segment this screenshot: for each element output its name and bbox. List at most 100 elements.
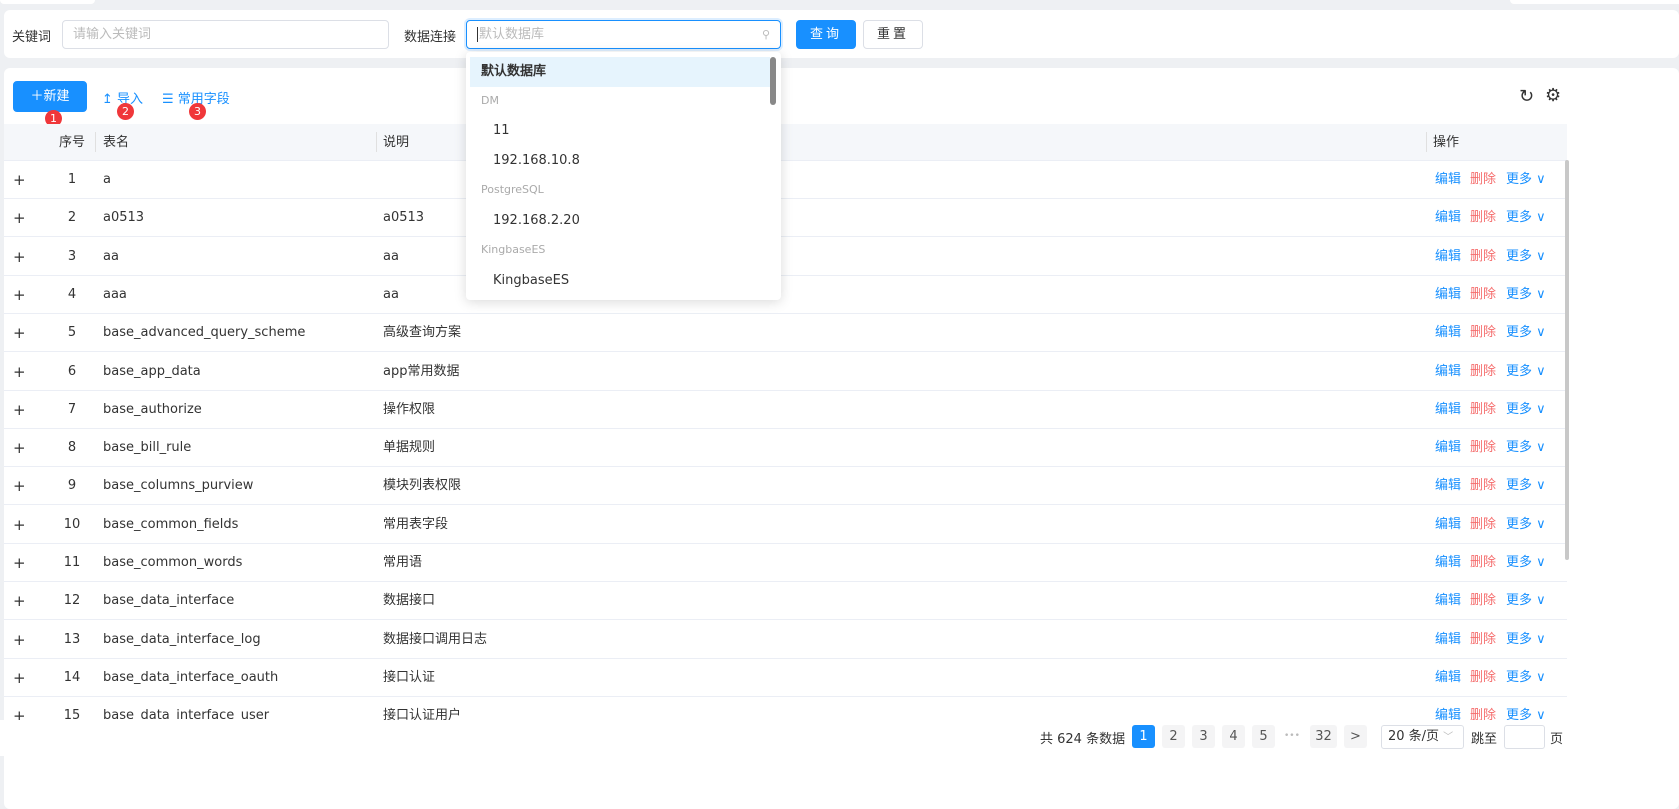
table-row[interactable]: + 10 base_common_fields 常用表字段 编辑 删除 更多 ∨ [4, 505, 1567, 544]
delete-link[interactable]: 删除 [1470, 238, 1496, 276]
table-row[interactable]: + 11 base_common_words 常用语 编辑 删除 更多 ∨ [4, 544, 1567, 582]
more-dropdown[interactable]: 更多 ∨ [1506, 199, 1546, 237]
edit-link[interactable]: 编辑 [1435, 621, 1461, 659]
new-button[interactable]: ＋新建 [13, 81, 87, 112]
more-dropdown[interactable]: 更多 ∨ [1506, 467, 1546, 505]
page-32[interactable]: 32 [1310, 725, 1337, 748]
page-1[interactable]: 1 [1132, 725, 1155, 748]
delete-link[interactable]: 删除 [1470, 621, 1496, 659]
expand-icon[interactable]: + [13, 238, 26, 276]
query-button[interactable]: 查询 [796, 20, 856, 49]
more-dropdown[interactable]: 更多 ∨ [1506, 238, 1546, 276]
option-192-168-2-20[interactable]: 192.168.2.20 [470, 206, 770, 236]
edit-link[interactable]: 编辑 [1435, 391, 1461, 429]
more-dropdown[interactable]: 更多 ∨ [1506, 429, 1546, 467]
table-row[interactable]: + 14 base_data_interface_oauth 接口认证 编辑 删… [4, 658, 1567, 697]
edit-link[interactable]: 编辑 [1435, 582, 1461, 620]
edit-link[interactable]: 编辑 [1435, 199, 1461, 237]
page-ellipsis[interactable]: ••• [1280, 725, 1304, 748]
more-dropdown[interactable]: 更多 ∨ [1506, 659, 1546, 697]
edit-link[interactable]: 编辑 [1435, 238, 1461, 276]
delete-link[interactable]: 删除 [1470, 353, 1496, 391]
expand-icon[interactable]: + [13, 621, 26, 659]
edit-link[interactable]: 编辑 [1435, 467, 1461, 505]
settings-icon[interactable]: ⚙ [1545, 85, 1561, 106]
delete-link[interactable]: 删除 [1470, 506, 1496, 544]
reset-button[interactable]: 重置 [863, 20, 923, 49]
option-default-db[interactable]: 默认数据库 [470, 57, 770, 87]
more-dropdown[interactable]: 更多 ∨ [1506, 506, 1546, 544]
delete-link[interactable]: 删除 [1470, 199, 1496, 237]
more-dropdown[interactable]: 更多 ∨ [1506, 314, 1546, 352]
table-row[interactable]: + 12 base_data_interface 数据接口 编辑 删除 更多 ∨ [4, 582, 1567, 621]
table-row[interactable]: + 3 aa aa 编辑 删除 更多 ∨ [4, 237, 1567, 276]
more-dropdown[interactable]: 更多 ∨ [1506, 161, 1546, 199]
page-size-select[interactable]: 20 条/页 ﹀ [1381, 725, 1464, 749]
delete-link[interactable]: 删除 [1470, 582, 1496, 620]
delete-link[interactable]: 删除 [1470, 391, 1496, 429]
expand-icon[interactable]: + [13, 161, 26, 199]
option-192-168-10-8[interactable]: 192.168.10.8 [470, 146, 770, 176]
table-row[interactable]: + 2 a0513 a0513 编辑 删除 更多 ∨ [4, 199, 1567, 238]
edit-link[interactable]: 编辑 [1435, 659, 1461, 697]
edit-link[interactable]: 编辑 [1435, 429, 1461, 467]
expand-icon[interactable]: + [13, 391, 26, 429]
expand-icon[interactable]: + [13, 314, 26, 352]
page-5[interactable]: 5 [1252, 725, 1275, 748]
table-row[interactable]: + 1 a 编辑 删除 更多 ∨ [4, 161, 1567, 199]
edit-link[interactable]: 编辑 [1435, 161, 1461, 199]
table-row[interactable]: + 7 base_authorize 操作权限 编辑 删除 更多 ∨ [4, 390, 1567, 429]
edit-link[interactable]: 编辑 [1435, 544, 1461, 582]
db-select[interactable]: 默认数据库 ⚲ [466, 20, 781, 49]
option-kingbasees[interactable]: KingbaseES [470, 266, 770, 296]
db-dropdown: 默认数据库 DM 11 192.168.10.8 PostgreSQL 192.… [466, 52, 781, 300]
expand-icon[interactable]: + [13, 353, 26, 391]
more-dropdown[interactable]: 更多 ∨ [1506, 544, 1546, 582]
delete-link[interactable]: 删除 [1470, 276, 1496, 314]
dropdown-scrollbar[interactable] [770, 57, 776, 105]
expand-icon[interactable]: + [13, 544, 26, 582]
table-row[interactable]: + 6 base_app_data app常用数据 编辑 删除 更多 ∨ [4, 352, 1567, 391]
more-dropdown[interactable]: 更多 ∨ [1506, 391, 1546, 429]
expand-icon[interactable]: + [13, 199, 26, 237]
more-dropdown[interactable]: 更多 ∨ [1506, 353, 1546, 391]
more-dropdown[interactable]: 更多 ∨ [1506, 276, 1546, 314]
expand-icon[interactable]: + [13, 467, 26, 505]
more-dropdown[interactable]: 更多 ∨ [1506, 582, 1546, 620]
table-row[interactable]: + 4 aaa aa 编辑 删除 更多 ∨ [4, 275, 1567, 314]
chevron-down-icon: ∨ [1536, 669, 1546, 685]
table-row[interactable]: + 5 base_advanced_query_scheme 高级查询方案 编辑… [4, 314, 1567, 353]
edit-link[interactable]: 编辑 [1435, 276, 1461, 314]
edit-link[interactable]: 编辑 [1435, 353, 1461, 391]
expand-icon[interactable]: + [13, 506, 26, 544]
keyword-input[interactable]: 请输入关键词 [62, 20, 389, 49]
expand-icon[interactable]: + [13, 276, 26, 314]
expand-icon[interactable]: + [13, 429, 26, 467]
delete-link[interactable]: 删除 [1470, 659, 1496, 697]
delete-link[interactable]: 删除 [1470, 429, 1496, 467]
row-index: 8 [67, 440, 77, 456]
delete-link[interactable]: 删除 [1470, 467, 1496, 505]
page-4[interactable]: 4 [1222, 725, 1245, 748]
list-icon: ☰ [162, 92, 178, 107]
table-row[interactable]: + 8 base_bill_rule 单据规则 编辑 删除 更多 ∨ [4, 429, 1567, 468]
expand-icon[interactable]: + [13, 659, 26, 697]
table-scrollbar[interactable] [1565, 160, 1569, 560]
delete-link[interactable]: 删除 [1470, 544, 1496, 582]
edit-link[interactable]: 编辑 [1435, 506, 1461, 544]
table-row[interactable]: + 13 base_data_interface_log 数据接口调用日志 编辑… [4, 620, 1567, 659]
option-11[interactable]: 11 [470, 116, 770, 146]
jump-input[interactable] [1504, 725, 1545, 749]
chevron-down-icon: ∨ [1536, 593, 1546, 609]
edit-link[interactable]: 编辑 [1435, 314, 1461, 352]
expand-icon[interactable]: + [13, 582, 26, 620]
next-page-button[interactable]: > [1344, 725, 1367, 748]
more-label: 更多 [1506, 172, 1533, 187]
table-row[interactable]: + 9 base_columns_purview 模块列表权限 编辑 删除 更多… [4, 467, 1567, 506]
refresh-icon[interactable]: ↻ [1519, 86, 1534, 107]
delete-link[interactable]: 删除 [1470, 314, 1496, 352]
page-3[interactable]: 3 [1192, 725, 1215, 748]
more-dropdown[interactable]: 更多 ∨ [1506, 621, 1546, 659]
delete-link[interactable]: 删除 [1470, 161, 1496, 199]
page-2[interactable]: 2 [1162, 725, 1185, 748]
